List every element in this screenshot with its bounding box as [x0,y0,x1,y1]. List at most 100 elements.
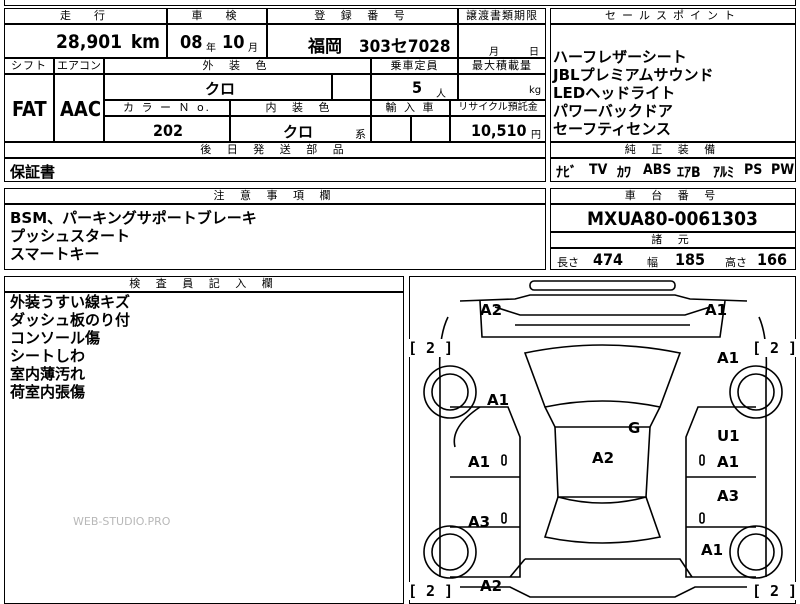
inspector-line: ダッシュ板のり付 [10,311,131,329]
mark-door-front-left: A1 [468,453,491,471]
inspection-header: 車 検 [167,8,267,24]
mark-door-front-right-top: U1 [717,427,740,445]
transfer-month-unit: 月 [489,47,499,58]
mileage-value: 28,901 [56,31,122,53]
mark-glass: G [628,419,641,437]
notes-header: 注 意 事 項 欄 [4,188,546,204]
exterior-color-cell: クロ [104,74,332,100]
equip-pw: PW [771,162,795,178]
capacity-unit: 人 [436,89,446,100]
inspection-year-unit: 年 [206,43,216,54]
import-header: 輸 入 車 [371,100,450,116]
recycle-header: リサイクル預託金 [450,100,546,116]
import-cell-a [371,116,411,142]
color-no-cell: 202 [104,116,230,142]
capacity-cell: 5 人 [371,74,458,100]
exterior-color-header: 外 装 色 [104,58,371,74]
aircon-header: エアコン [54,58,104,74]
shift-cell: FAT [4,74,54,142]
interior-color-cell: クロ 系 [230,116,371,142]
spec-width-label: 幅 [647,256,658,269]
spec-length-label: 長さ [557,256,579,269]
shift-header: シフト [4,58,54,74]
sales-points-header: セールスポイント [550,8,796,24]
inspector-line: 外装うすい線キズ [10,293,131,311]
shift-value: FAT [12,97,47,121]
sales-point-item: パワーバックドア [553,102,673,120]
equip-navi: ﾅﾋﾞ [556,165,577,181]
equip-leather: ｶﾜ [617,165,631,181]
sales-point-item: セーフティセンス [553,120,671,138]
capacity-value: 5 [412,78,423,97]
chassis-value: MXUA80-0061303 [587,208,758,230]
inspector-header: 検 査 員 記 入 欄 [4,276,404,292]
bracket-right-bottom: [ 2 ] [752,582,798,600]
mark-fender-right: A1 [717,349,740,367]
standard-equipment-box: ﾅﾋﾞ TV ｶﾜ ABS ｴｱB ｱﾙﾐ PS PW [550,158,796,182]
later-parts-value: 保証書 [10,163,56,181]
mark-front-left: A2 [480,301,503,319]
mileage-cell: 28,901 km [4,24,167,58]
equip-airbag: ｴｱB [677,165,701,181]
equip-alloy: ｱﾙﾐ [713,165,734,181]
inspector-box: 外装うすい線キズ ダッシュ板のり付 コンソール傷 シートしわ 室内薄汚れ 荷室内… [4,292,404,604]
specs-box: 長さ 474 幅 185 高さ 166 [550,248,796,270]
mark-roof: A2 [592,449,615,467]
import-cell-b [411,116,450,142]
spec-length-value: 474 [593,250,624,269]
equip-abs: ABS [643,162,672,178]
transfer-day-unit: 日 [529,47,539,58]
sales-point-item: LEDヘッドライト [553,84,676,102]
capacity-header: 乗車定員 [371,58,458,74]
standard-equipment-header: 純 正 装 備 [550,142,796,158]
later-parts-header: 後 日 発 送 部 品 [4,142,546,158]
sales-point-item: ハーフレザーシート [553,48,687,66]
color-no-value: 202 [153,121,184,140]
max-load-unit: kg [529,85,542,96]
spec-width-value: 185 [675,250,706,269]
notes-box: BSM、パーキングサポートブレーキ プッシュスタート スマートキー [4,204,546,270]
inspection-cell: 08 年 10 月 [167,24,267,58]
top-strip [4,0,796,6]
max-load-header: 最大積載量 [458,58,546,74]
mark-rear-left: A2 [480,577,503,595]
specs-header: 諸 元 [550,232,796,248]
mark-door-front-right: A1 [717,453,740,471]
exterior-color-extra [332,74,371,100]
mark-front-right: A1 [705,301,728,319]
bracket-left-top: [ 2 ] [408,339,454,357]
note-line: スマートキー [10,245,100,263]
max-load-cell: kg [458,74,546,100]
bracket-right-top: [ 2 ] [752,339,798,357]
recycle-value: 10,510 [471,121,527,140]
spec-height-label: 高さ [725,256,747,269]
inspector-line: 荷室内張傷 [10,383,86,401]
equip-ps: PS [744,162,763,178]
recycle-unit: 円 [531,130,541,141]
registration-value: 福岡 303セ7028 [308,37,451,57]
inspector-line: コンソール傷 [10,329,101,347]
interior-color-value: クロ [283,123,314,141]
mark-door-rear-left: A3 [468,513,491,531]
sales-points-box: ハーフレザーシート JBLプレミアムサウンド LEDヘッドライト パワーバックド… [550,24,796,142]
mileage-header: 走 行 [4,8,167,24]
mark-door-rear-right: A3 [717,487,740,505]
equip-tv: TV [589,162,608,178]
watermark: WEB-STUDIO.PRO [73,515,171,528]
bracket-left-bottom: [ 2 ] [408,582,454,600]
inspection-month: 10 [222,32,245,53]
registration-cell: 福岡 303セ7028 [267,24,458,58]
color-no-header: カ ラ ー Ｎ o. [104,100,230,116]
inspection-year: 08 [180,32,203,53]
note-line: BSM、パーキングサポートブレーキ [10,209,257,227]
spec-height-value: 166 [757,250,788,269]
mark-fender-left: A1 [487,391,510,409]
registration-header: 登 録 番 号 [267,8,458,24]
mark-quarter-right: A1 [701,541,724,559]
note-line: プッシュスタート [10,227,131,245]
sales-point-item: JBLプレミアムサウンド [553,66,714,84]
recycle-cell: 10,510 円 [450,116,546,142]
inspection-month-unit: 月 [248,43,258,54]
inspector-line: シートしわ [10,347,86,365]
transfer-cell: 月 日 [458,24,546,58]
